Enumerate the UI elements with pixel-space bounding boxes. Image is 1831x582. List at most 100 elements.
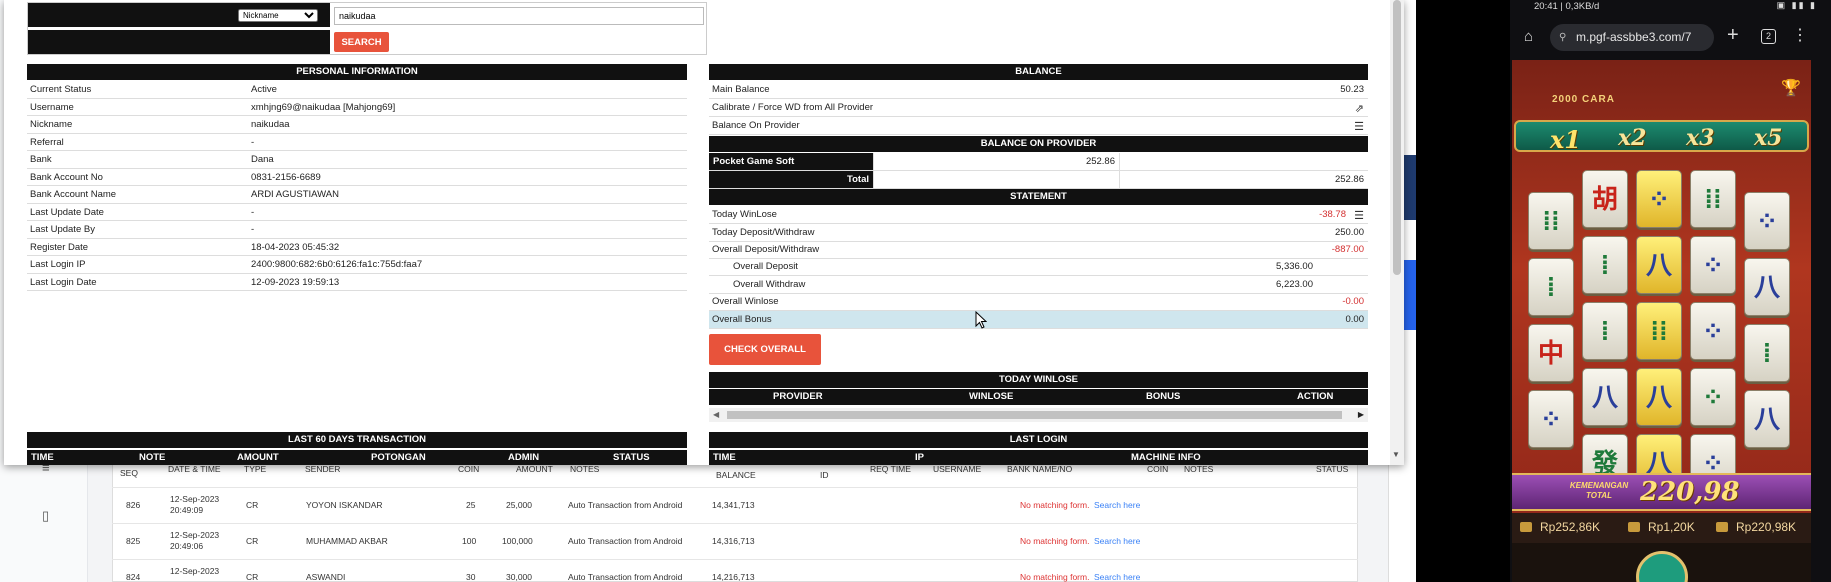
table-row[interactable]: 825 12-Sep-2023 20:49:06 CR MUHAMMAD AKB… — [112, 523, 1358, 559]
share-icon[interactable]: ⇗ — [1355, 101, 1364, 118]
tile: ⁞ — [1528, 258, 1574, 316]
info-value: 12-09-2023 19:59:13 — [251, 276, 340, 288]
bg-head-type: TYPE — [244, 464, 267, 474]
table-row[interactable]: 826 12-Sep-2023 20:49:09 CR YOYON ISKAND… — [112, 487, 1358, 523]
search-panel: Nickname SEARCH — [27, 2, 707, 55]
multiplier-bar: x1 x2 x3 x5 — [1514, 120, 1809, 154]
bg-head-bank: BANK NAME/NO — [1007, 464, 1073, 474]
info-key: Current Status — [30, 84, 92, 95]
personal-info-row: Register Date 18-04-2023 05:45:32 — [27, 239, 687, 256]
bg-head-amount: AMOUNT — [516, 464, 553, 474]
tile: ⁘ — [1744, 192, 1790, 250]
status-bar: 20:41 | 0,3KB/d ▣ ▮▮ ▮ — [1510, 0, 1831, 14]
main-balance-value: 50.23 — [1340, 84, 1364, 95]
member-detail-modal: Nickname SEARCH PERSONAL INFORMATION Cur… — [4, 0, 1404, 465]
black-gap — [1416, 0, 1510, 582]
horizontal-scrollbar[interactable]: ◀ ▶ — [709, 408, 1368, 422]
total-win-label: KEMENANGAN TOTAL — [1569, 481, 1629, 500]
today-winlose-columns: PROVIDER WINLOSE BONUS ACTION — [709, 389, 1368, 405]
provider-name: Pocket Game Soft — [709, 153, 873, 170]
last60-header: LAST 60 DAYS TRANSACTION — [27, 432, 687, 448]
last60-columns: TIME NOTE AMOUNT POTONGAN ADMIN STATUS — [27, 450, 687, 465]
provider-total-row: Total 252.86 — [709, 171, 1368, 189]
balance-on-provider-header: BALANCE ON PROVIDER — [709, 136, 1368, 152]
personal-info-row: Last Update Date - — [27, 204, 687, 221]
info-key: Last Login Date — [30, 276, 97, 288]
search-here-link[interactable]: Search here — [1094, 572, 1140, 582]
info-key: Nickname — [30, 119, 73, 130]
tile: ⁞⁞ — [1636, 302, 1682, 360]
status-time-speed: 20:41 | 0,3KB/d — [1534, 1, 1600, 12]
info-value: 18-04-2023 05:45:32 — [251, 241, 340, 253]
list-icon[interactable]: ☰ — [1354, 119, 1364, 136]
tile: 中 — [1528, 324, 1574, 382]
new-tab-icon[interactable]: + — [1727, 24, 1739, 47]
info-value: xmhjng69@naikudaa [Mahjong69] — [251, 101, 396, 113]
url-field[interactable]: ⚲ m.pgf-assbbe3.com/7 — [1550, 24, 1714, 51]
balance-header: BALANCE — [709, 64, 1368, 80]
game-win: Rp220,98K — [1716, 520, 1796, 534]
search-here-link[interactable]: Search here — [1094, 500, 1140, 510]
status-icons: ▣ ▮▮ ▮ — [1776, 0, 1817, 10]
spin-button[interactable] — [1636, 551, 1688, 582]
info-key: Bank Account No — [30, 171, 103, 183]
bg-head-sender: SENDER — [305, 464, 341, 474]
trophy-icon[interactable]: 🏆 — [1781, 78, 1801, 98]
personal-info-row: Username xmhjng69@naikudaa [Mahjong69] — [27, 99, 687, 116]
check-overall-button[interactable]: CHECK OVERALL — [709, 334, 821, 365]
today-winlose-value: -38.78 — [1319, 209, 1346, 220]
book-icon[interactable]: ▯ — [42, 508, 58, 523]
tile: 胡 — [1582, 170, 1628, 228]
overall-winlose-row: Overall Winlose -0.00 — [709, 293, 1368, 311]
bg-head-username: USERNAME — [933, 464, 982, 474]
tab-count-button[interactable]: 2 — [1761, 29, 1776, 44]
ways-label: 2000 CARA — [1552, 94, 1615, 105]
statement-header: STATEMENT — [709, 189, 1368, 205]
mahjong-game[interactable]: 🏆 2000 CARA x1 x2 x3 x5 ⁞⁞ 胡 ⁘ ⁞⁞ ⁘ ⁞ 八 … — [1512, 60, 1811, 582]
tile: 八 — [1744, 258, 1790, 316]
table-row[interactable]: 824 12-Sep-2023 CR ASWANDI 30 30,000 Aut… — [112, 559, 1358, 582]
vertical-scrollbar[interactable]: ▼ — [1390, 0, 1404, 465]
search-input[interactable] — [334, 7, 704, 25]
info-value: Active — [251, 84, 277, 95]
info-key: Bank Account Name — [30, 189, 117, 200]
tile: ⁘ — [1690, 236, 1736, 294]
bg-head-notes2: NOTES — [1184, 464, 1214, 474]
search-field-select[interactable]: Nickname — [238, 9, 318, 22]
search-button[interactable]: SEARCH — [334, 32, 389, 52]
home-icon[interactable]: ⌂ — [1524, 28, 1533, 45]
info-value: ARDI AGUSTIAWAN — [251, 189, 339, 200]
bg-head-reqtime: REQ TIME — [870, 464, 911, 474]
search-here-link[interactable]: Search here — [1094, 536, 1140, 546]
provider-value: 252.86 — [873, 153, 1120, 170]
overall-bonus-row: Overall Bonus 0.00 — [709, 311, 1368, 329]
personal-info-row: Last Login IP 2400:9800:682:6b0:6126:fa1c… — [27, 256, 687, 274]
scroll-down-icon[interactable]: ▼ — [1392, 450, 1400, 459]
bg-head-id: ID — [820, 470, 829, 480]
info-key: Register Date — [30, 241, 89, 253]
tile: ⁞ — [1582, 236, 1628, 294]
balance-on-provider-row: Balance On Provider ☰ — [709, 117, 1368, 135]
menu-icon[interactable]: ⋮ — [1792, 25, 1808, 45]
game-controls — [1512, 543, 1811, 582]
tile: ⁞ — [1582, 302, 1628, 360]
game-balance: Rp252,86K — [1520, 520, 1600, 534]
bg-head-datetime: DATE & TIME — [168, 464, 221, 474]
personal-info-row: Bank Dana — [27, 151, 687, 169]
tile: ⁞⁞ — [1690, 170, 1736, 228]
bg-head-coin2: COIN — [1147, 464, 1169, 474]
game-bet: Rp1,20K — [1628, 520, 1695, 534]
chest-icon — [1716, 522, 1728, 532]
tile: ⁘ — [1636, 170, 1682, 228]
site-info-icon[interactable]: ⚲ — [1559, 24, 1566, 51]
multiplier-x1: x1 — [1550, 125, 1582, 154]
mouse-cursor-icon — [975, 311, 987, 329]
total-win-bar: KEMENANGAN TOTAL 220,98 — [1512, 473, 1811, 511]
today-winlose-header: TODAY WINLOSE — [709, 372, 1368, 388]
main-balance-row: Main Balance 50.23 — [709, 81, 1368, 99]
multiplier-x2: x2 — [1618, 125, 1647, 151]
multiplier-x5: x5 — [1754, 125, 1783, 151]
personal-info-row: Last Login Date 12-09-2023 19:59:13 — [27, 274, 687, 291]
list-icon[interactable]: ☰ — [1354, 208, 1364, 225]
info-key: Last Update By — [30, 224, 95, 235]
